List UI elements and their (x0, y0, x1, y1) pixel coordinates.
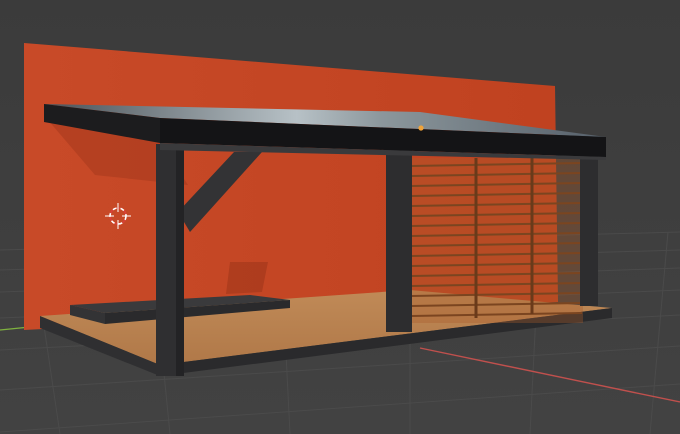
viewport-canvas[interactable] (0, 0, 680, 434)
slatted-screen[interactable] (411, 158, 583, 323)
front-left-post-shade (176, 144, 184, 376)
front-middle-post[interactable] (386, 150, 412, 332)
post-shadow (226, 262, 268, 294)
front-right-post[interactable] (580, 150, 598, 306)
light-origin-dot[interactable] (418, 125, 424, 131)
3d-viewport[interactable] (0, 0, 680, 434)
